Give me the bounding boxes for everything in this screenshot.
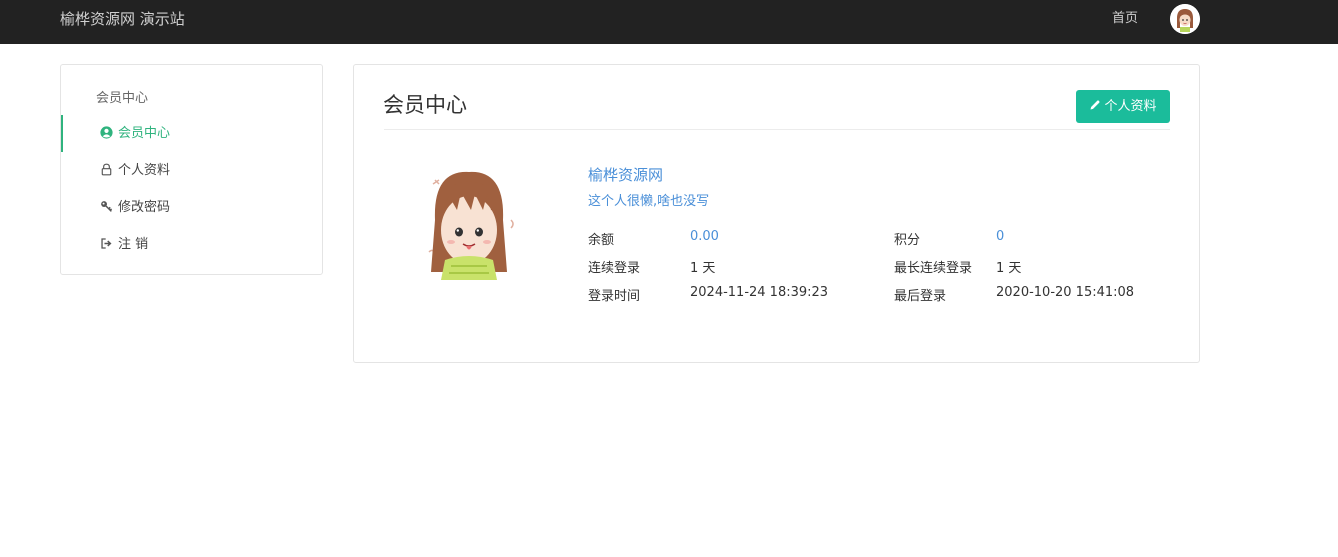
last-login-label: 最后登录 (894, 289, 947, 304)
last-login-value: 2020-10-20 15:41:08 (996, 285, 1135, 300)
streak-value: 1 天 (690, 261, 716, 276)
sidebar-item-label: 会员中心 (118, 126, 171, 141)
user-circle-icon (100, 117, 113, 139)
points-value: 0 (996, 229, 1005, 244)
profile-avatar (399, 160, 539, 280)
title-divider (384, 129, 1170, 130)
sidebar-item-label: 修改密码 (118, 200, 171, 215)
points-label: 积分 (894, 233, 921, 248)
balance-label: 余额 (588, 233, 615, 248)
sign-out-icon (100, 228, 113, 249)
balance-value: 0.00 (690, 229, 719, 244)
max-streak-label: 最长连续登录 (894, 261, 973, 276)
user-avatar[interactable] (1170, 4, 1200, 34)
edit-profile-button[interactable]: 个人资料 (1076, 90, 1170, 123)
avatar-girl-illustration-icon (399, 160, 539, 280)
user-signature: 这个人很懒,啥也没写 (588, 194, 710, 209)
sidebar-item-label: 个人资料 (118, 163, 171, 178)
login-time-label: 登录时间 (588, 289, 641, 304)
sidebar-item-label: 注 销 (118, 237, 149, 252)
sidebar-item-change-password[interactable]: 修改密码 (61, 189, 322, 226)
edit-profile-label: 个人资料 (1104, 99, 1157, 114)
top-navbar: 榆桦资源网 演示站 首页 (0, 0, 1338, 44)
sidebar-title: 会员中心 (96, 91, 149, 106)
sidebar-item-logout[interactable]: 注 销 (61, 226, 322, 263)
sidebar-item-profile[interactable]: 个人资料 (61, 152, 322, 189)
user-name-link[interactable]: 榆桦资源网 (588, 164, 663, 185)
max-streak-value: 1 天 (996, 261, 1022, 276)
streak-label: 连续登录 (588, 261, 641, 276)
login-time-value: 2024-11-24 18:39:23 (690, 285, 829, 300)
sidebar-item-member-center[interactable]: 会员中心 (61, 115, 322, 152)
page-title: 会员中心 (383, 93, 467, 117)
pencil-icon (1089, 91, 1101, 110)
nav-home-link[interactable]: 首页 (1112, 0, 1138, 38)
member-center-panel: 会员中心 个人资料 榆桦资源网 这个人很懒,啥也没写 余额 0.00 积分 0 … (353, 64, 1200, 363)
avatar-girl-icon (1170, 4, 1200, 34)
site-brand-link[interactable]: 榆桦资源网 演示站 (60, 0, 185, 38)
member-sidebar: 会员中心 会员中心 个人资料 修改密码 注 销 (60, 64, 323, 275)
lock-icon (100, 154, 113, 176)
key-icon (100, 191, 113, 212)
